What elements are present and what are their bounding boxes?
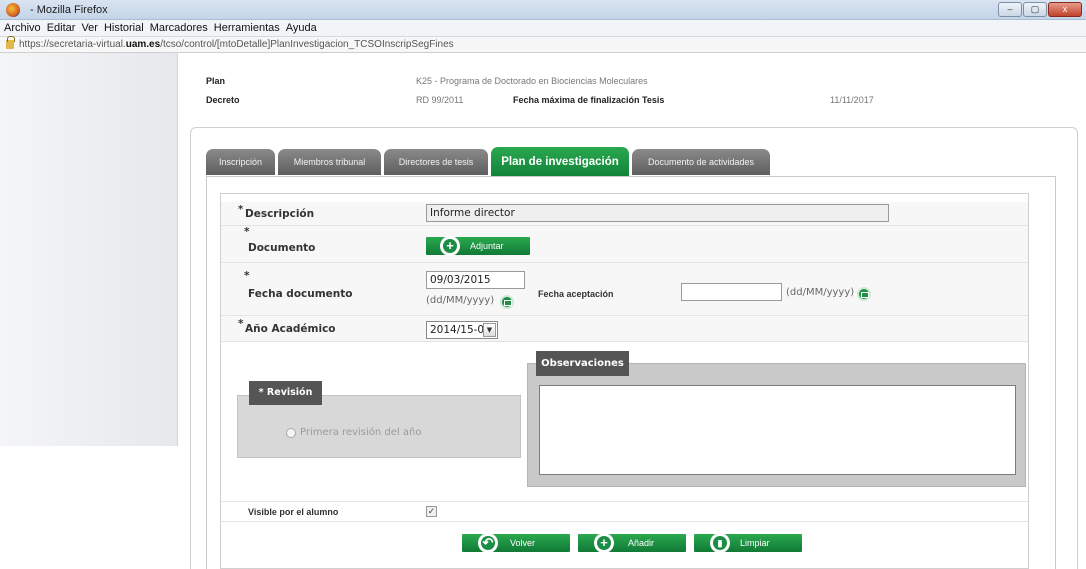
fecha-max-value: 11/11/2017 bbox=[830, 95, 874, 105]
volver-button[interactable]: ↶ Volver bbox=[462, 533, 570, 553]
anio-academico-value: 2014/15-0 bbox=[430, 324, 485, 336]
anio-academico-label: Año Académico bbox=[245, 323, 336, 335]
fecha-documento-format-hint: (dd/MM/yyyy) bbox=[426, 295, 495, 306]
menu-ayuda[interactable]: Ayuda bbox=[283, 20, 320, 36]
url-path: /tcso/control/[mtoDetalle]PlanInvestigac… bbox=[160, 39, 454, 50]
window-controls: – ▢ x bbox=[998, 2, 1082, 17]
menu-editar[interactable]: Editar bbox=[44, 20, 79, 36]
tab-documento-actividades[interactable]: Documento de actividades bbox=[632, 149, 770, 175]
tab-directores-tesis[interactable]: Directores de tesis bbox=[384, 149, 488, 175]
calendar-icon[interactable] bbox=[857, 287, 871, 301]
add-circle-icon: + bbox=[594, 533, 614, 553]
row-anio-academico bbox=[221, 316, 1028, 342]
descripcion-required-mark: * bbox=[238, 204, 244, 215]
documento-label: Documento bbox=[248, 242, 316, 254]
address-bar[interactable]: https://secretaria-virtual.uam.es/tcso/c… bbox=[0, 36, 1086, 53]
row-documento bbox=[221, 226, 1028, 263]
firefox-logo-icon bbox=[6, 3, 20, 17]
menu-marcadores[interactable]: Marcadores bbox=[147, 20, 211, 36]
left-side-panel bbox=[0, 53, 178, 446]
limpiar-button[interactable]: ▮ Limpiar bbox=[694, 533, 802, 553]
menu-ver[interactable]: Ver bbox=[78, 20, 101, 36]
menu-herramientas[interactable]: Herramientas bbox=[211, 20, 283, 36]
tab-plan-investigacion[interactable]: Plan de investigación bbox=[491, 147, 629, 177]
descripcion-label: Descripción bbox=[245, 208, 315, 220]
back-circle-icon: ↶ bbox=[478, 533, 498, 553]
window-title: - Mozilla Firefox bbox=[30, 4, 108, 16]
limpiar-label: Limpiar bbox=[740, 538, 770, 548]
visible-alumno-label: Visible por el alumno bbox=[248, 507, 339, 517]
decreto-label: Decreto bbox=[206, 95, 240, 105]
primera-revision-radio[interactable] bbox=[286, 428, 296, 438]
plan-value: K25 - Programa de Doctorado en Biocienci… bbox=[416, 76, 648, 86]
lock-icon bbox=[6, 36, 15, 49]
fecha-aceptacion-format-hint: (dd/MM/yyyy) bbox=[786, 287, 855, 298]
close-button[interactable]: x bbox=[1048, 2, 1082, 17]
plan-label: Plan bbox=[206, 76, 226, 86]
adjuntar-label: Adjuntar bbox=[470, 241, 504, 251]
chevron-down-icon[interactable]: ▼ bbox=[483, 323, 496, 337]
observaciones-textarea[interactable] bbox=[539, 385, 1016, 475]
menu-archivo[interactable]: Archivo bbox=[0, 20, 44, 36]
volver-label: Volver bbox=[510, 538, 536, 548]
decreto-value: RD 99/2011 bbox=[416, 95, 464, 105]
add-circle-icon: + bbox=[440, 236, 460, 256]
row-visible-alumno bbox=[221, 501, 1028, 522]
menu-bar: Archivo Editar Ver Historial Marcadores Herra… bbox=[0, 20, 1086, 37]
menu-historial[interactable]: Historial bbox=[101, 20, 147, 36]
anio-required-mark: * bbox=[238, 318, 244, 330]
maximize-button[interactable]: ▢ bbox=[1023, 2, 1047, 17]
observaciones-label: Observaciones bbox=[536, 351, 629, 376]
url-prefix: https://secretaria-virtual. bbox=[19, 39, 126, 50]
anadir-button[interactable]: + Añadir bbox=[578, 533, 686, 553]
fecha-aceptacion-label: Fecha aceptación bbox=[538, 289, 614, 299]
url-text[interactable]: https://secretaria-virtual.uam.es/tcso/c… bbox=[19, 39, 454, 50]
tab-inscripcion[interactable]: Inscripción bbox=[206, 149, 275, 175]
anio-academico-select[interactable]: 2014/15-0 ▼ bbox=[426, 321, 498, 339]
calendar-icon[interactable] bbox=[500, 295, 514, 309]
fecha-aceptacion-input[interactable] bbox=[681, 283, 782, 301]
adjuntar-button[interactable]: + Adjuntar bbox=[426, 236, 530, 256]
url-domain: uam.es bbox=[125, 39, 161, 50]
trash-circle-icon: ▮ bbox=[710, 533, 730, 553]
anadir-label: Añadir bbox=[628, 538, 655, 548]
visible-alumno-checkbox[interactable]: ✓ bbox=[426, 506, 437, 517]
fecha-documento-required-mark: * bbox=[244, 270, 250, 282]
documento-required-mark: * bbox=[244, 226, 250, 238]
fecha-max-label: Fecha máxima de finalización Tesis bbox=[513, 95, 665, 105]
fecha-documento-input[interactable]: 09/03/2015 bbox=[426, 271, 525, 289]
window-titlebar: - Mozilla Firefox – ▢ x bbox=[0, 0, 1086, 20]
descripcion-input[interactable]: Informe director bbox=[426, 204, 889, 222]
tab-miembros-tribunal[interactable]: Miembros tribunal bbox=[278, 149, 381, 175]
revision-label: * Revisión bbox=[249, 381, 322, 405]
fecha-documento-label: Fecha documento bbox=[248, 288, 353, 300]
primera-revision-label: Primera revisión del año bbox=[300, 427, 422, 438]
minimize-button[interactable]: – bbox=[998, 2, 1022, 17]
